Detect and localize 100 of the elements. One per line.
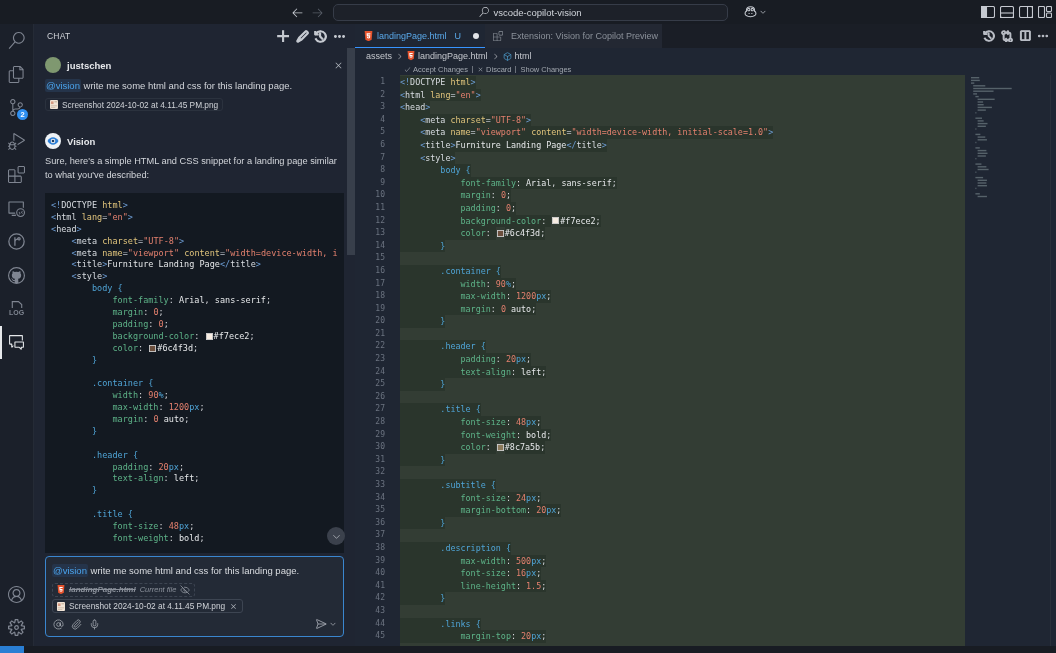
breadcrumb-item[interactable]: html xyxy=(514,51,532,61)
code-text: #6c4f3d; xyxy=(504,227,546,240)
at-sign-icon[interactable] xyxy=(53,618,64,630)
play-bug-icon xyxy=(8,132,25,150)
layout-icon[interactable] xyxy=(1038,6,1052,18)
account-icon xyxy=(8,586,25,603)
code-line: padding: 0; xyxy=(111,318,169,331)
code-line: <title>Furniture Landing Page</title> xyxy=(70,259,261,272)
line-number: 16 xyxy=(374,264,385,277)
sidebar-right-toggle-icon[interactable] xyxy=(1019,6,1033,18)
response-text: Sure, here's a simple HTML and CSS snippet for a landing page similar to what you've described: xyxy=(45,155,338,182)
line-number: 11 xyxy=(374,201,385,214)
git-status-letter: U xyxy=(454,31,462,41)
color-swatch-icon[interactable] xyxy=(496,229,504,237)
html-file-icon xyxy=(57,585,65,595)
line-number: 21 xyxy=(374,327,385,340)
line-number: 27 xyxy=(374,403,385,416)
line-number: 45 xyxy=(374,630,385,643)
line-number: 9 xyxy=(379,176,385,189)
color-swatch-icon[interactable] xyxy=(496,444,504,451)
line-number: 4 xyxy=(379,113,385,126)
code-line: .title { xyxy=(90,509,133,522)
line-number: 32 xyxy=(374,466,385,479)
line-number: 26 xyxy=(374,390,385,403)
code-text: color: xyxy=(400,227,496,240)
code-line: <!DOCTYPE html> xyxy=(51,200,128,212)
compare-icon[interactable] xyxy=(1001,30,1013,42)
panel-toggle-icon[interactable] xyxy=(1000,6,1014,18)
line-number: 14 xyxy=(374,239,385,252)
line-number: 40 xyxy=(374,567,385,580)
code-line: max-width: 1200px; xyxy=(111,402,205,415)
line-number: 34 xyxy=(374,491,385,504)
color-swatch-icon[interactable] xyxy=(552,217,560,225)
code-text: #8c7a5b; xyxy=(504,441,546,454)
line-number: 20 xyxy=(374,315,385,328)
microphone-icon[interactable] xyxy=(89,618,100,630)
editor-tab[interactable]: Extension: Vision for Copilot Preview xyxy=(485,24,662,48)
line-number: 36 xyxy=(374,516,385,529)
code-line: <style> xyxy=(70,271,108,284)
search-icon xyxy=(8,32,25,50)
code-line: <meta name="viewport" content="width=device-width, i xyxy=(70,247,338,260)
line-number: 37 xyxy=(374,529,385,542)
color-swatch-icon[interactable] xyxy=(205,333,213,341)
code-line: <html lang="en"> xyxy=(51,211,133,224)
cube-icon xyxy=(502,51,512,61)
line-number: 6 xyxy=(379,138,385,151)
code-line: padding: 20px; xyxy=(111,461,185,474)
extensions-icon xyxy=(8,166,25,184)
breadcrumb-item[interactable]: assets xyxy=(366,51,392,61)
attachment-chip[interactable]: Screenshot 2024-10-02 at 4.11.45 PM.png xyxy=(45,98,224,111)
mention-chip: @vision xyxy=(52,563,88,577)
source-control-icon xyxy=(8,99,25,117)
search-icon xyxy=(479,7,490,17)
line-number: 35 xyxy=(374,504,385,517)
line-number: 31 xyxy=(374,453,385,466)
paperclip-icon[interactable] xyxy=(71,618,82,630)
robot-face-icon[interactable] xyxy=(744,6,757,18)
chat-input-field[interactable]: @vision write me some html and css for this landing page. xyxy=(52,563,337,578)
breadcrumb-item[interactable]: landingPage.html xyxy=(418,51,488,61)
close-icon xyxy=(477,66,485,73)
split-editor-icon[interactable] xyxy=(1019,30,1031,42)
line-number: 15 xyxy=(374,252,385,265)
line-number: 10 xyxy=(374,189,385,202)
history-icon[interactable] xyxy=(314,29,328,43)
line-number: 5 xyxy=(379,126,385,139)
html-file-icon xyxy=(364,30,373,42)
color-swatch-icon[interactable] xyxy=(149,345,157,353)
file-name: landingPage.html xyxy=(69,585,136,595)
plus-icon[interactable] xyxy=(276,29,290,43)
mention-chip: @vision xyxy=(45,79,81,92)
scrollbar-thumb[interactable] xyxy=(347,48,355,255)
code-text: #f7ece2; xyxy=(213,330,255,343)
attachment-chip[interactable]: Screenshot 2024-10-02 at 4.11.45 PM.png xyxy=(52,599,244,614)
code-line: } xyxy=(90,485,98,498)
code-line: } xyxy=(90,425,98,438)
send-icon[interactable] xyxy=(315,618,327,630)
user-avatar xyxy=(45,57,61,73)
history-icon[interactable] xyxy=(983,30,995,42)
line-number: 13 xyxy=(374,227,385,240)
code-line: text-align: left; xyxy=(111,473,200,486)
code-text: #f7ece2; xyxy=(560,214,601,228)
line-number: 25 xyxy=(374,378,385,391)
sidebar-left-toggle-icon[interactable] xyxy=(981,6,995,18)
settings-icon xyxy=(8,619,25,636)
code-text: color: xyxy=(400,441,496,454)
edit-icon[interactable] xyxy=(295,29,309,43)
code-line: .container { xyxy=(90,378,154,391)
line-number: 12 xyxy=(374,214,385,227)
line-number: 30 xyxy=(374,441,385,454)
image-thumbnail-icon xyxy=(57,601,65,611)
line-number: 29 xyxy=(374,428,385,441)
command-center-search[interactable]: vscode-copilot-vision xyxy=(333,3,728,21)
eye-avatar-icon xyxy=(45,133,61,149)
code-line: .header { xyxy=(90,449,139,462)
code-line: body { xyxy=(90,283,123,296)
github-icon xyxy=(8,266,25,284)
editor-tab[interactable]: landingPage.html U xyxy=(355,24,486,48)
eye-off-icon[interactable] xyxy=(180,584,191,595)
close-icon[interactable] xyxy=(229,601,239,611)
line-number: 3 xyxy=(379,101,385,114)
